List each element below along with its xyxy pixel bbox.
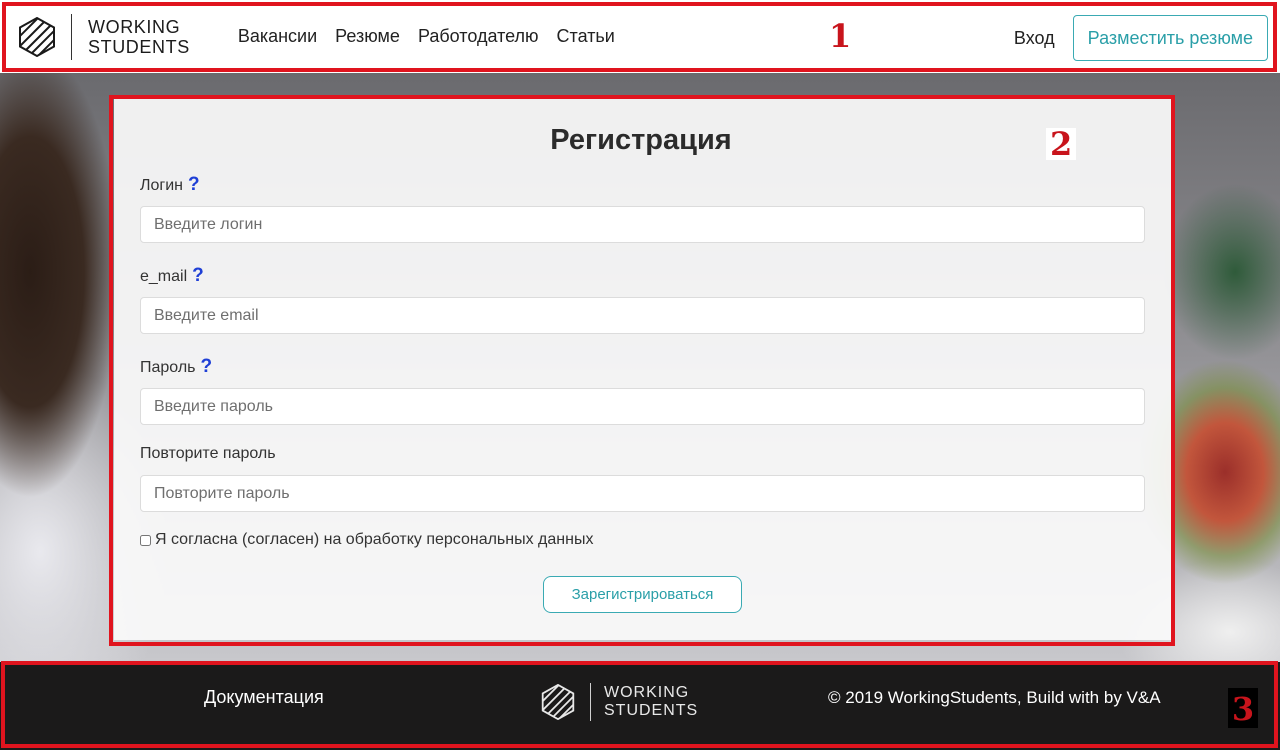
logo-text-line1: WORKING [88, 16, 181, 37]
login-input[interactable] [140, 206, 1145, 243]
password-label: Пароль? [140, 356, 212, 378]
login-label-text: Логин [140, 177, 184, 194]
password-repeat-label: Повторите пароль [140, 445, 276, 462]
header-actions: Вход Разместить резюме [1014, 15, 1268, 61]
password-help-icon[interactable]: ? [201, 356, 213, 377]
nav-articles[interactable]: Статьи [557, 26, 615, 47]
footer-logo-text-line1: WORKING [604, 684, 690, 701]
main-nav: Вакансии Резюме Работодателю Статьи [238, 26, 633, 47]
logo-text: WORKING STUDENTS [88, 17, 190, 57]
login-label: Логин? [140, 174, 200, 196]
copyright-text: © 2019 WorkingStudents, Build with by V&… [828, 688, 1161, 707]
footer-logo[interactable]: WORKING STUDENTS [540, 683, 698, 721]
logo-hexagon-icon [19, 16, 55, 57]
login-link[interactable]: Вход [1014, 28, 1055, 49]
site-header: WORKING STUDENTS Вакансии Резюме Работод… [0, 0, 1280, 73]
footer-logo-hexagon-icon [541, 684, 575, 720]
logo-text-line2: STUDENTS [88, 36, 190, 57]
post-resume-button[interactable]: Разместить резюме [1072, 15, 1268, 61]
password-input[interactable] [140, 388, 1145, 425]
email-label-text: e_mail [140, 268, 188, 285]
nav-vacancies[interactable]: Вакансии [238, 26, 317, 47]
logo-divider [71, 13, 72, 60]
email-label: e_mail? [140, 265, 204, 287]
email-input[interactable] [140, 297, 1145, 334]
nav-employers[interactable]: Работодателю [418, 26, 539, 47]
header-logo[interactable]: WORKING STUDENTS [17, 13, 190, 61]
consent-checkbox[interactable] [140, 534, 151, 546]
footer-logo-text: WORKING STUDENTS [604, 684, 698, 720]
footer-logo-divider [590, 683, 591, 721]
site-footer: Документация WORKING STUDENTS © 2019 Wor… [0, 662, 1280, 750]
page-title: Регистрация [550, 124, 732, 156]
register-button[interactable]: Зарегистрироваться [543, 576, 742, 613]
consent-row[interactable]: Я согласна (согласен) на обработку персо… [140, 531, 593, 549]
password-repeat-input[interactable] [140, 475, 1145, 512]
annotation-label-2: 2 [1046, 128, 1077, 160]
nav-resumes[interactable]: Резюме [335, 26, 400, 47]
footer-docs-link[interactable]: Документация [204, 687, 324, 708]
login-help-icon[interactable]: ? [188, 174, 200, 195]
password-label-text: Пароль [140, 359, 196, 376]
email-help-icon[interactable]: ? [192, 265, 204, 286]
consent-label: Я согласна (согласен) на обработку персо… [155, 531, 594, 548]
annotation-label-3: 3 [1231, 690, 1255, 728]
annotation-label-1: 1 [829, 17, 852, 55]
footer-logo-text-line2: STUDENTS [604, 702, 699, 719]
registration-card [114, 99, 1171, 640]
